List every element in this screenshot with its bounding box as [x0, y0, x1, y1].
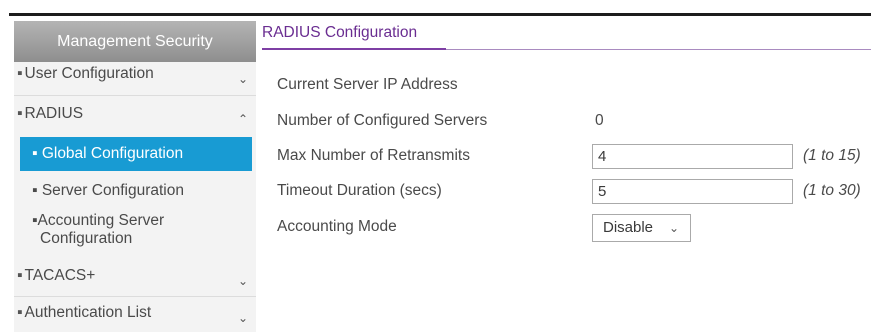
- current-server-ip-label: Current Server IP Address: [277, 76, 458, 93]
- bullet-icon: ▪: [32, 182, 38, 199]
- title-underline-accent: [262, 48, 446, 50]
- title-underline: [446, 49, 871, 50]
- sidebar-header: Management Security: [14, 21, 256, 62]
- sidebar-item-label: RADIUS: [24, 105, 84, 122]
- accounting-mode-select[interactable]: Disable ⌄: [592, 214, 691, 242]
- sidebar-item-label: Authentication List: [24, 304, 152, 321]
- sidebar-subitem-label-line2: Configuration: [40, 230, 133, 247]
- section-title: RADIUS Configuration: [262, 24, 418, 41]
- timeout-duration-input[interactable]: [592, 179, 793, 204]
- sidebar-item-authentication-list[interactable]: ▪ Authentication List ⌄: [14, 304, 256, 331]
- max-retransmits-label: Max Number of Retransmits: [277, 147, 470, 164]
- sidebar-item-user-configuration[interactable]: ▪ User Configuration ⌄: [14, 65, 256, 92]
- sidebar-subitem-server-configuration[interactable]: ▪ Server Configuration: [20, 177, 252, 204]
- chevron-down-icon: ⌄: [668, 221, 679, 235]
- bullet-icon: ▪: [17, 304, 23, 321]
- sidebar-item-label: TACACS+: [24, 267, 96, 284]
- bullet-icon: ▪: [17, 267, 23, 284]
- divider: [14, 95, 256, 96]
- max-retransmits-range: (1 to 15): [803, 147, 861, 164]
- chevron-down-icon[interactable]: ⌄: [238, 274, 248, 288]
- num-configured-servers-label: Number of Configured Servers: [277, 112, 488, 129]
- sidebar-item-tacacs[interactable]: ▪ TACACS+ ⌄: [14, 267, 256, 294]
- sidebar-item-radius[interactable]: ▪ RADIUS ⌃: [14, 105, 256, 132]
- timeout-duration-label: Timeout Duration (secs): [277, 182, 442, 199]
- sidebar: Management Security ▪ User Configuration …: [14, 21, 256, 332]
- num-configured-servers-value: 0: [595, 112, 604, 129]
- top-border: [9, 13, 871, 16]
- bullet-icon: ▪: [17, 65, 23, 82]
- max-retransmits-input[interactable]: [592, 144, 793, 169]
- sidebar-item-label: User Configuration: [24, 65, 154, 82]
- sidebar-subitem-label: Server Configuration: [41, 182, 184, 199]
- sidebar-subitem-label: Global Configuration: [41, 145, 184, 162]
- sidebar-subitem-accounting-server-configuration[interactable]: ▪Accounting Server Configuration: [20, 212, 252, 254]
- chevron-down-icon[interactable]: ⌄: [238, 72, 248, 86]
- chevron-up-icon[interactable]: ⌃: [238, 112, 248, 126]
- chevron-down-icon[interactable]: ⌄: [238, 311, 248, 325]
- accounting-mode-label: Accounting Mode: [277, 218, 397, 235]
- bullet-icon: ▪: [32, 145, 38, 162]
- timeout-duration-range: (1 to 30): [803, 182, 861, 199]
- accounting-mode-value: Disable: [603, 219, 654, 236]
- sidebar-subitem-global-configuration[interactable]: ▪ Global Configuration: [20, 137, 252, 171]
- bullet-icon: ▪: [17, 105, 23, 122]
- sidebar-subitem-label-line1: Accounting Server: [37, 212, 165, 229]
- divider: [14, 296, 256, 297]
